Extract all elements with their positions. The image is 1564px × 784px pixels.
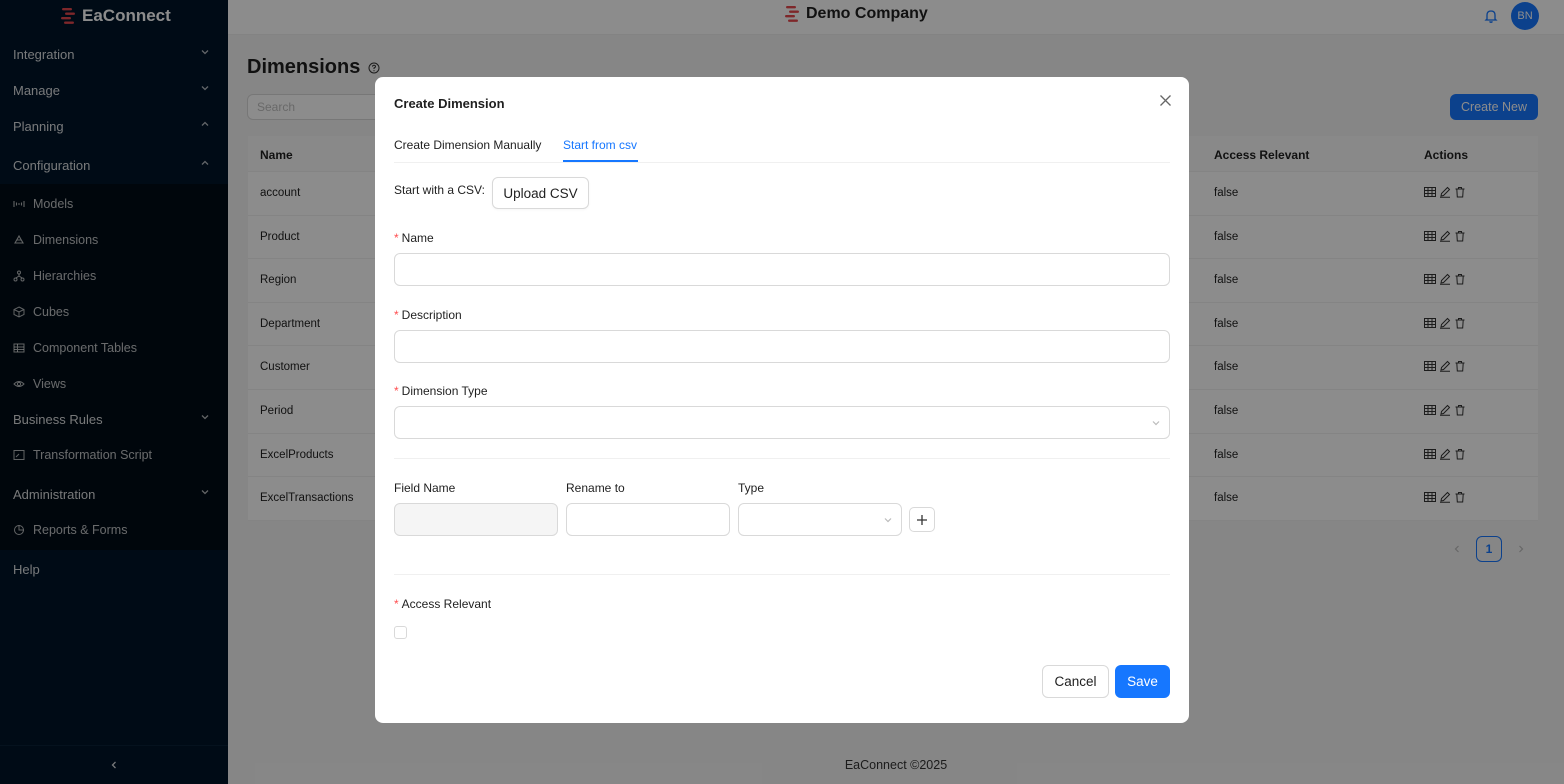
access-relevant-checkbox[interactable] bbox=[394, 626, 407, 639]
divider bbox=[394, 458, 1170, 459]
save-button[interactable]: Save bbox=[1115, 665, 1170, 698]
access-relevant-label-text: Access Relevant bbox=[401, 597, 492, 611]
tab-start-from-csv[interactable]: Start from csv bbox=[563, 138, 637, 152]
description-label: * Description bbox=[394, 308, 462, 322]
name-label-text: Name bbox=[401, 231, 434, 245]
csv-label-text: Start with a CSV bbox=[394, 183, 482, 197]
type-select[interactable] bbox=[738, 503, 902, 536]
modal-tabs: Create Dimension Manually Start from csv bbox=[394, 134, 1170, 163]
divider bbox=[394, 574, 1170, 575]
type-label: Type bbox=[738, 481, 765, 495]
dimension-type-label-text: Dimension Type bbox=[401, 384, 488, 398]
rename-to-label: Rename to bbox=[566, 481, 625, 495]
chevron-down-icon bbox=[1152, 421, 1160, 426]
required-mark: * bbox=[394, 308, 399, 322]
field-name-input bbox=[394, 503, 558, 536]
add-field-button[interactable] bbox=[909, 507, 935, 532]
create-dimension-modal: Create Dimension Create Dimension Manual… bbox=[375, 77, 1189, 723]
field-name-label: Field Name bbox=[394, 481, 456, 495]
required-mark: * bbox=[394, 231, 399, 245]
cancel-button[interactable]: Cancel bbox=[1042, 665, 1109, 698]
description-input[interactable] bbox=[394, 330, 1170, 363]
active-tab-indicator bbox=[563, 160, 638, 162]
name-label: * Name bbox=[394, 231, 434, 245]
required-mark: * bbox=[394, 384, 399, 398]
access-relevant-label: * Access Relevant bbox=[394, 597, 491, 611]
description-label-text: Description bbox=[401, 308, 462, 322]
dimension-type-label: * Dimension Type bbox=[394, 384, 488, 398]
dimension-type-select[interactable] bbox=[394, 406, 1170, 439]
csv-label: Start with a CSV: bbox=[394, 183, 485, 197]
name-input[interactable] bbox=[394, 253, 1170, 286]
required-mark: * bbox=[394, 597, 399, 611]
plus-icon bbox=[917, 514, 927, 525]
modal-title: Create Dimension bbox=[394, 96, 505, 111]
rename-to-input[interactable] bbox=[566, 503, 730, 536]
upload-csv-button[interactable]: Upload CSV bbox=[492, 177, 589, 209]
chevron-down-icon bbox=[884, 518, 892, 523]
tab-create-manually[interactable]: Create Dimension Manually bbox=[394, 138, 541, 152]
close-icon[interactable] bbox=[1159, 94, 1172, 107]
